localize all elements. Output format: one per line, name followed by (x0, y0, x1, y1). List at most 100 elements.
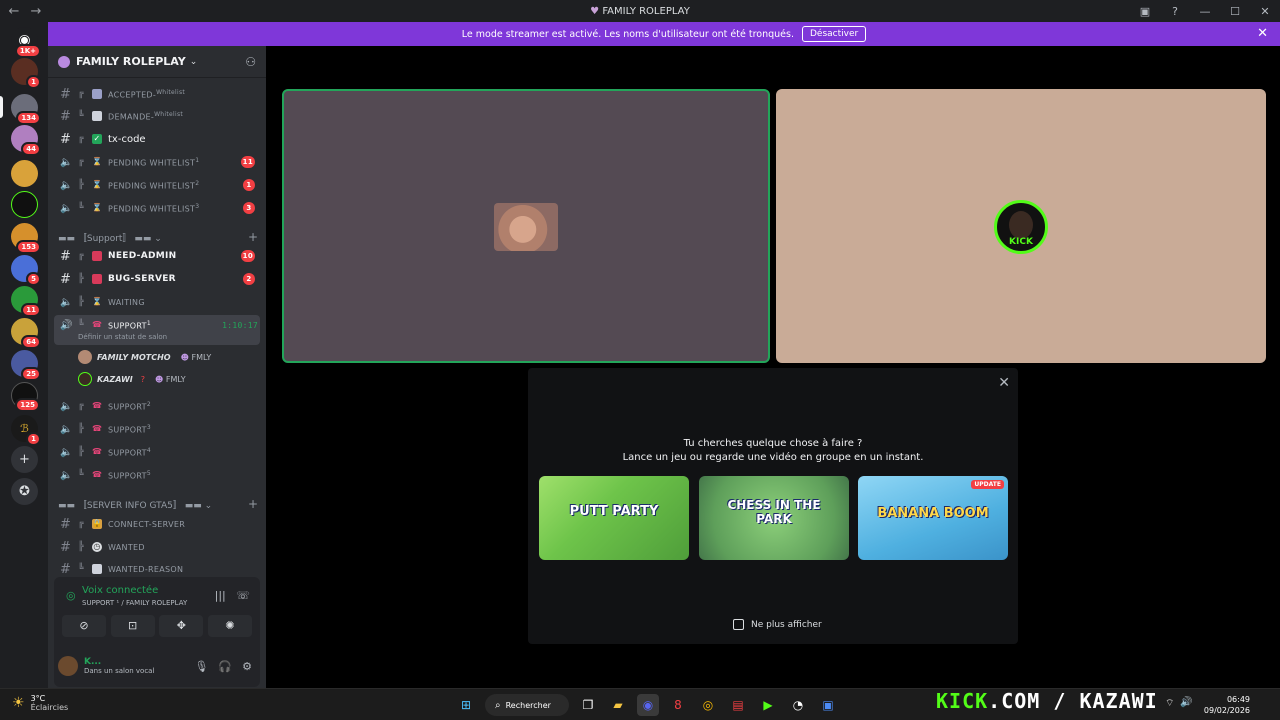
tree-line-icon: ╔ (78, 519, 84, 529)
voice-channel-item[interactable]: 🔈 ╠ ⌛ WAITING (48, 291, 266, 313)
disconnect-icon[interactable]: ☏ (236, 589, 250, 602)
channel-item[interactable]: # ╔ ACCEPTED-Whitelist (48, 83, 266, 105)
voice-channel-item[interactable]: 🔈 ╔ ⌛ PENDING WHITELIST1 11 (48, 151, 266, 173)
taskbar-search[interactable]: ⌕ Rechercher (485, 694, 569, 716)
channel-item[interactable]: # ╠ BUG-SERVER 2 (48, 268, 266, 290)
signal-icon[interactable]: ◎ (66, 589, 76, 602)
channel-item[interactable]: # ╔ 🔒 CONNECT-SERVER (48, 513, 266, 535)
title-bar: ← → ♥ FAMILY ROLEPLAY ▣ ? — ☐ ✕ (0, 0, 1280, 22)
help-icon[interactable]: ? (1160, 5, 1190, 18)
camera-off-button[interactable]: ⊘ (62, 615, 106, 637)
close-window-button[interactable]: ✕ (1250, 5, 1280, 18)
discord-icon[interactable]: ◉ (637, 694, 659, 716)
activity-card-chess[interactable]: CHESS IN THE PARK (699, 476, 849, 560)
close-icon[interactable]: ✕ (1257, 26, 1268, 41)
guild-header[interactable]: FAMILY ROLEPLAY ⌄ ⚇ (48, 46, 266, 78)
voice-channel-item[interactable]: 🔈 ╠ ☎ SUPPORT4 (48, 441, 266, 463)
microphone-icon[interactable]: 🎙 (194, 660, 208, 673)
file-explorer-icon[interactable]: ▰ (607, 694, 629, 716)
server-icon[interactable]: 64 (11, 318, 41, 349)
play-app-icon[interactable]: ▶ (757, 694, 779, 716)
voice-user[interactable]: FAMILY MOTCHO ☻ FMLY (78, 347, 211, 367)
activity-card-putt-party[interactable]: PUTT PARTY (539, 476, 689, 560)
clock[interactable]: 06:49 09/02/2026 (1204, 694, 1250, 716)
participant-tile[interactable]: KICK (776, 89, 1266, 363)
add-channel-icon[interactable]: + (248, 497, 258, 511)
soundboard-button[interactable]: ✺ (207, 615, 252, 637)
gear-icon[interactable]: ⚙ (242, 660, 252, 673)
tree-line-icon: ╔ (78, 251, 84, 261)
channel-item[interactable]: # ╔ NEED-ADMIN 10 (48, 245, 266, 267)
minimize-button[interactable]: — (1190, 5, 1220, 18)
server-icon[interactable] (11, 160, 38, 187)
channel-item[interactable]: # ╚ DEMANDE-Whitelist (48, 105, 266, 127)
voice-channel-item[interactable]: 🔈 ╠ ☎ SUPPORT3 (48, 418, 266, 440)
server-icon[interactable]: 1 (11, 58, 41, 89)
server-icon[interactable]: 5 (11, 255, 41, 286)
checkbox-label: Ne plus afficher (751, 619, 822, 630)
windows-start-icon[interactable]: ⊞ (455, 694, 477, 716)
channel-item[interactable]: # ╠ ◷ WANTED (48, 536, 266, 558)
time: 06:49 (1226, 695, 1250, 704)
maximize-button[interactable]: ☐ (1220, 5, 1250, 18)
screen-share-button[interactable]: ⊡ (110, 615, 155, 637)
checkbox-box[interactable] (733, 619, 744, 630)
channel-name: SUPPORT3 (108, 423, 151, 435)
server-selected-pill (0, 96, 3, 118)
headphones-icon[interactable]: 🎧 (218, 660, 232, 673)
server-icon[interactable] (11, 191, 38, 218)
voice-status-subtitle[interactable]: SUPPORT ¹ / FAMILY ROLEPLAY (82, 599, 187, 607)
steam-icon[interactable]: ◔ (787, 694, 809, 716)
dont-show-again-checkbox[interactable]: Ne plus afficher (733, 619, 822, 630)
voice-status-title[interactable]: Voix connectée (82, 585, 158, 596)
discover-icon[interactable]: ✪ (11, 478, 38, 505)
activities-button[interactable]: ✥ (159, 615, 204, 637)
weather-widget[interactable]: ☀ 3°C Éclaircies (12, 694, 68, 712)
voice-user[interactable]: KAZAWI? ☻ FMLY (78, 369, 186, 389)
server-icon[interactable]: 11 (11, 286, 41, 317)
channel-item[interactable]: # ╔ ✓ tx-code (48, 128, 266, 150)
text-channel-icon: # (60, 271, 72, 287)
activity-card-banana-boom[interactable]: UPDATE BANANA BOOM (858, 476, 1008, 560)
participant-tile-speaking[interactable] (282, 89, 770, 363)
close-icon[interactable]: ✕ (998, 375, 1010, 391)
username[interactable]: K... (84, 657, 154, 667)
noise-suppression-icon[interactable]: ||| (215, 589, 226, 602)
voice-channel-item[interactable]: 🔈 ╠ ⌛ PENDING WHITELIST2 1 (48, 174, 266, 196)
taskbar: ☀ 3°C Éclaircies ⊞ ⌕ Rechercher ❐ ▰ ◉ 8 ◎… (0, 688, 1280, 720)
app-icon[interactable]: 8 (667, 694, 689, 716)
channel-name: SUPPORT4 (108, 446, 151, 458)
server-rail: ◉ 1K+ 1 134 44 153 5 11 64 25 125 ℬ1 + ✪ (0, 22, 48, 688)
news-app-icon[interactable]: ▤ (727, 694, 749, 716)
voice-channel-item[interactable]: 🔈 ╔ ☎ SUPPORT2 (48, 395, 266, 417)
disable-streamer-button[interactable]: Désactiver (801, 26, 867, 42)
channel-name: tx-code (108, 133, 146, 145)
home-button[interactable]: ◉ 1K+ (11, 27, 41, 58)
server-icon[interactable]: 44 (11, 125, 41, 156)
back-arrow-icon[interactable]: ← (6, 4, 22, 19)
forward-arrow-icon[interactable]: → (28, 4, 44, 19)
server-icon[interactable]: 153 (11, 223, 41, 254)
voice-channel-item[interactable]: 🔈 ╚ ☎ SUPPORT5 (48, 464, 266, 486)
inbox-icon[interactable]: ▣ (1130, 5, 1160, 18)
voice-channel-item[interactable]: 🔈 ╚ ⌛ PENDING WHITELIST3 3 (48, 197, 266, 219)
invite-icon[interactable]: ⚇ (245, 55, 256, 69)
avatar[interactable] (58, 656, 78, 676)
chrome-icon[interactable]: ◎ (697, 694, 719, 716)
task-view-icon[interactable]: ❐ (577, 694, 599, 716)
server-icon[interactable]: 25 (11, 350, 41, 381)
channel-status[interactable]: Définir un statut de salon (78, 333, 167, 341)
add-channel-icon[interactable]: + (248, 230, 258, 244)
wifi-icon[interactable]: ⌔ (1165, 697, 1174, 710)
category-support[interactable]: ▬▬ 〚Support〛 ▬▬ ⌄ + (58, 227, 258, 247)
server-badge: 134 (16, 111, 41, 125)
server-icon[interactable]: 134 (11, 94, 41, 125)
voice-actions: ||| ☏ (215, 589, 250, 602)
server-icon[interactable]: 125 (11, 382, 40, 412)
text-channel-icon: # (60, 516, 72, 532)
add-server-button[interactable]: + (11, 446, 38, 473)
category-server-info[interactable]: ▬▬ 〚SERVER INFO GTA5〛 ▬▬ ⌄ + (58, 494, 258, 514)
app-icon[interactable]: ▣ (817, 694, 839, 716)
server-icon[interactable]: ℬ1 (11, 415, 41, 446)
volume-icon[interactable]: 🔊 (1180, 697, 1192, 710)
